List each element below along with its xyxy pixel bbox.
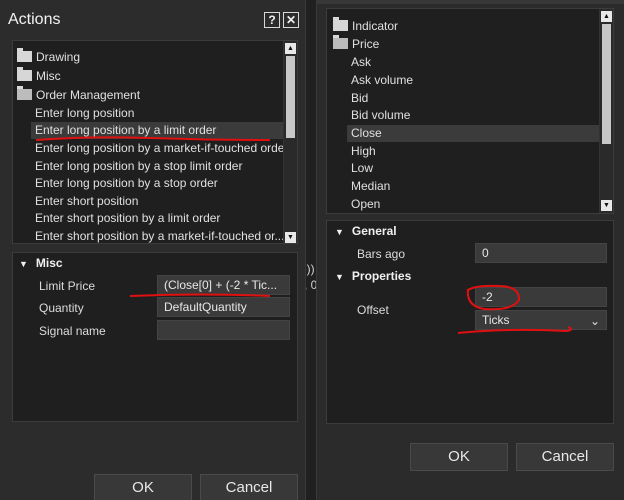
tree-item-open[interactable]: Open: [351, 196, 380, 213]
bars-ago-input[interactable]: 0: [475, 243, 607, 263]
tree-item-high[interactable]: High: [351, 143, 376, 160]
quantity-label: Quantity: [39, 301, 84, 315]
signal-name-input[interactable]: [157, 320, 290, 340]
close-button[interactable]: ✕: [283, 12, 299, 28]
tree-folder-drawing[interactable]: Drawing: [17, 48, 80, 66]
tree-item-bid-volume[interactable]: Bid volume: [351, 107, 410, 124]
value-dialog-top-edge: [316, 0, 624, 4]
actions-title-bar[interactable]: Actions ? ✕: [0, 8, 306, 34]
actions-properties: ▼ Misc Limit Price (Close[0] + (-2 * Tic.…: [12, 252, 298, 422]
tree-item-bid[interactable]: Bid: [351, 90, 368, 107]
offset-input[interactable]: -2: [475, 287, 607, 307]
collapse-triangle-icon: ▼: [335, 227, 344, 237]
ok-button-actions[interactable]: OK: [94, 474, 192, 500]
ok-button-value[interactable]: OK: [410, 443, 508, 471]
scroll-down-icon[interactable]: ▼: [285, 232, 296, 243]
section-misc[interactable]: ▼ Misc: [19, 256, 63, 270]
actions-tree[interactable]: Drawing Misc Order Management Enter long…: [12, 40, 298, 244]
scroll-up-icon[interactable]: ▲: [285, 43, 296, 54]
offset-label: Offset: [357, 303, 389, 317]
tree-item-enter-long-limit[interactable]: Enter long position by a limit order: [31, 122, 285, 139]
tree-item-ask-volume[interactable]: Ask volume: [351, 72, 413, 89]
tree-folder-order-management[interactable]: Order Management: [17, 86, 140, 104]
section-general[interactable]: ▼ General: [335, 224, 397, 238]
scroll-thumb[interactable]: [286, 56, 295, 138]
folder-icon: [17, 48, 32, 62]
tree-item-enter-long[interactable]: Enter long position: [35, 105, 134, 122]
actions-tree-scrollbar[interactable]: ▲ ▼: [283, 41, 297, 243]
tree-item-enter-long-stop[interactable]: Enter long position by a stop order: [35, 175, 218, 192]
limit-price-input[interactable]: (Close[0] + (-2 * Tic...: [157, 275, 290, 295]
folder-icon: [17, 67, 32, 81]
cancel-button-actions[interactable]: Cancel: [200, 474, 298, 500]
tree-item-ask[interactable]: Ask: [351, 54, 371, 71]
section-properties[interactable]: ▼ Properties: [335, 269, 411, 283]
scroll-thumb[interactable]: [602, 24, 611, 144]
tree-item-low[interactable]: Low: [351, 160, 373, 177]
folder-open-icon: [17, 86, 32, 100]
limit-price-label: Limit Price: [39, 279, 96, 293]
offset-type-select[interactable]: Ticks ⌄: [475, 310, 607, 330]
tree-folder-price[interactable]: Price: [333, 35, 379, 53]
collapse-triangle-icon: ▼: [335, 272, 344, 282]
dialog-title: Actions: [8, 11, 61, 28]
tree-item-enter-short[interactable]: Enter short position: [35, 193, 138, 210]
quantity-input[interactable]: DefaultQuantity: [157, 297, 290, 317]
help-button[interactable]: ?: [264, 12, 280, 28]
tree-folder-misc[interactable]: Misc: [17, 67, 61, 85]
tree-item-enter-long-stop-limit[interactable]: Enter long position by a stop limit orde…: [35, 158, 242, 175]
tree-item-median[interactable]: Median: [351, 178, 390, 195]
cancel-button-value[interactable]: Cancel: [516, 443, 614, 471]
value-tree-scrollbar[interactable]: ▲ ▼: [599, 9, 613, 213]
scroll-down-icon[interactable]: ▼: [601, 200, 612, 211]
value-tree[interactable]: Indicator Price Ask Ask volume Bid Bid v…: [326, 8, 614, 214]
scroll-up-icon[interactable]: ▲: [601, 11, 612, 22]
value-properties: ▼ General Bars ago 0 ▼ Properties Offset -…: [326, 220, 614, 424]
tree-item-enter-short-mit[interactable]: Enter short position by a market-if-touc…: [35, 228, 284, 243]
tree-item-close[interactable]: Close: [347, 125, 599, 142]
folder-icon: [333, 17, 348, 31]
tree-folder-indicator[interactable]: Indicator: [333, 17, 398, 35]
tree-item-enter-short-limit[interactable]: Enter short position by a limit order: [35, 210, 220, 227]
folder-open-icon: [333, 35, 348, 49]
bars-ago-label: Bars ago: [357, 247, 406, 261]
collapse-triangle-icon: ▼: [19, 259, 28, 269]
chevron-down-icon: ⌄: [589, 314, 600, 328]
tree-item-enter-long-mit[interactable]: Enter long position by a market-if-touch…: [35, 140, 288, 157]
signal-name-label: Signal name: [39, 324, 106, 338]
